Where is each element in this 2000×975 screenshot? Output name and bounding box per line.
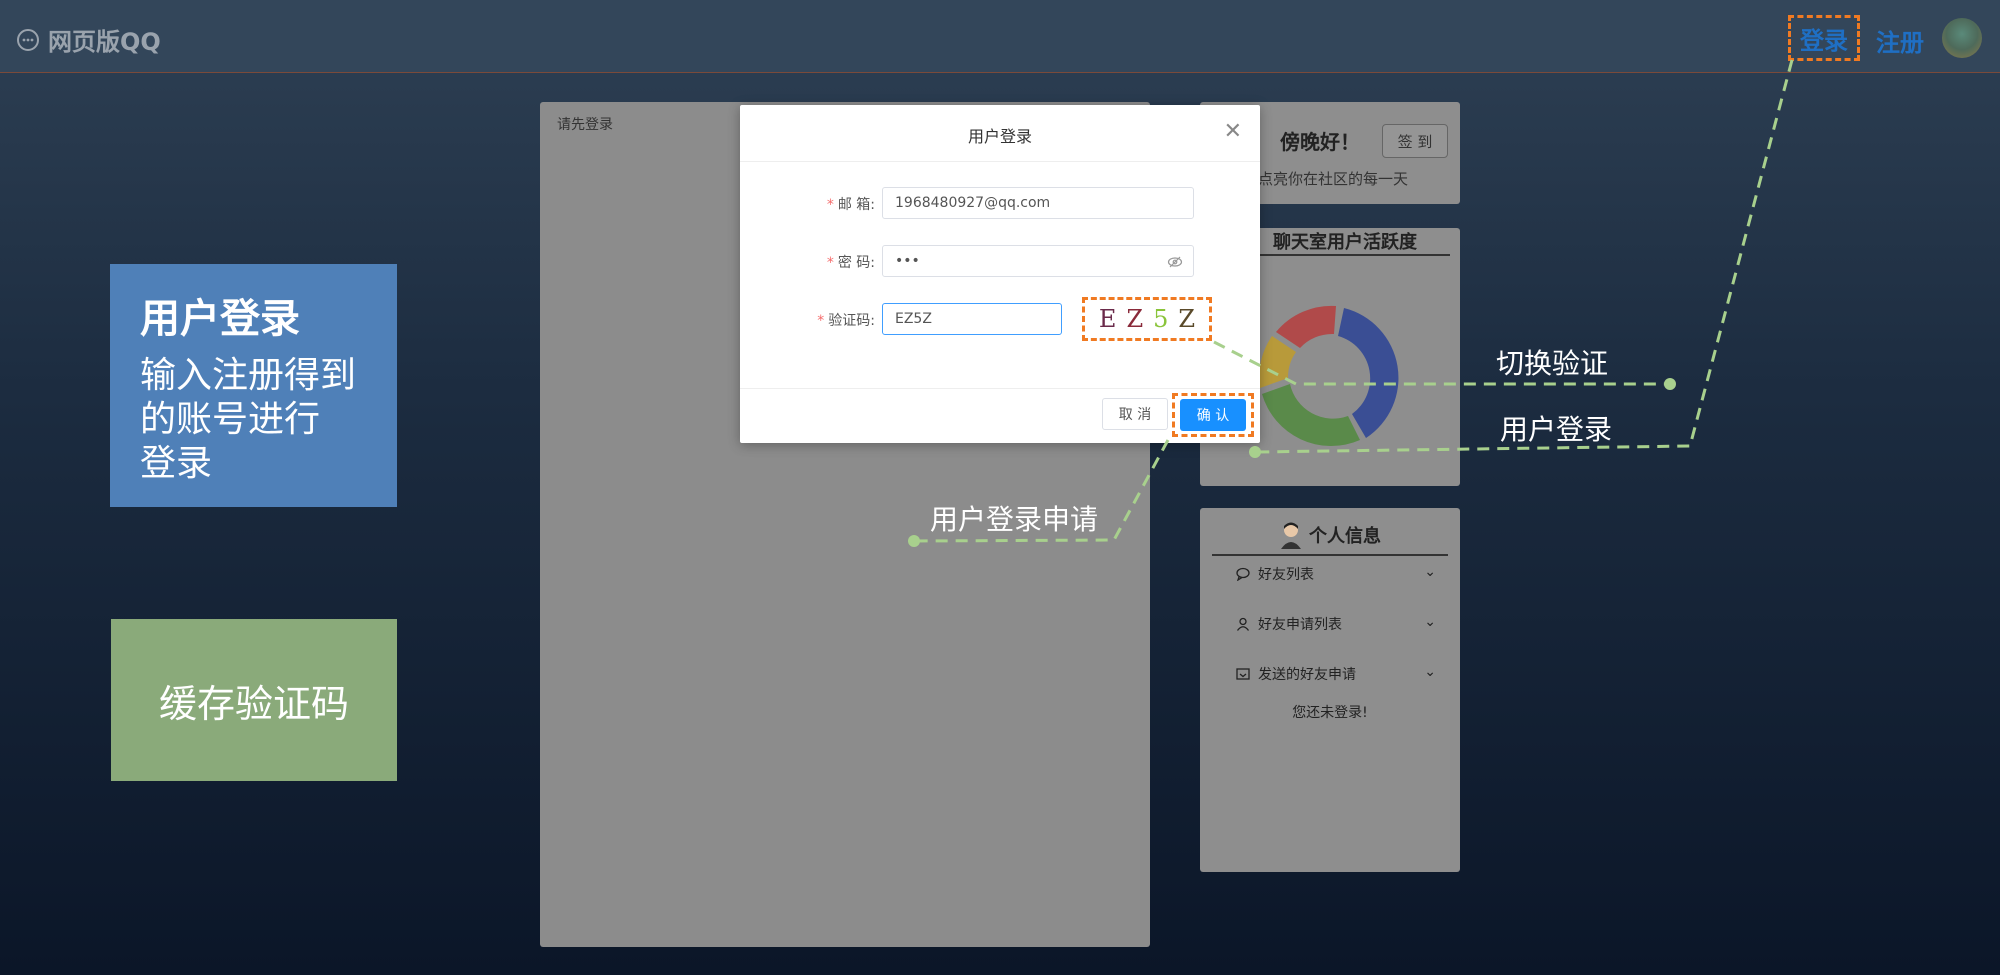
connector-dot xyxy=(1664,378,1676,390)
annotation-lines xyxy=(908,59,1794,547)
annotation-login-request: 用户登录申请 xyxy=(930,503,1099,536)
annotation-user-login: 用户登录 xyxy=(1500,413,1613,446)
connector-login-nav xyxy=(1255,59,1794,454)
connector-dot xyxy=(908,535,920,547)
annotation-switch-captcha: 切换验证 xyxy=(1496,347,1609,380)
connector-dot xyxy=(1249,446,1261,458)
